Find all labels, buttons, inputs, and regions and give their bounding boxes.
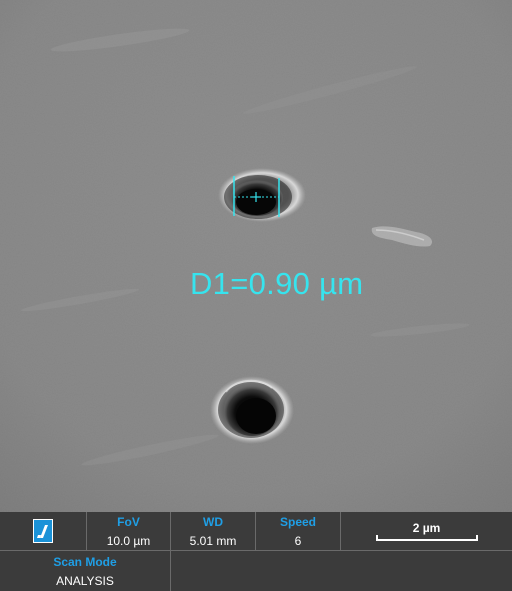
speed-value: 6 (294, 533, 302, 548)
microscope-logo-icon (33, 519, 53, 543)
wd-cell: WD 5.01 mm (171, 512, 256, 551)
logo-cell (0, 512, 87, 551)
hole-lower (210, 376, 294, 444)
scale-bar-cell: 2 µm (341, 512, 512, 551)
sem-surface (0, 0, 512, 512)
speed-label: Speed (279, 514, 316, 529)
hole-upper (218, 168, 306, 222)
scan-mode-value: ANALYSIS (56, 573, 114, 588)
scale-bar-label: 2 µm (412, 521, 441, 535)
wd-label: WD (203, 514, 223, 529)
speed-cell: Speed 6 (256, 512, 341, 551)
measurement-label: D1=0.90 µm (190, 266, 364, 301)
sem-image: D1=0.90 µm (0, 0, 512, 512)
scale-bar (375, 535, 478, 541)
fov-cell: FoV 10.0 µm (87, 512, 171, 551)
scan-mode-label: Scan Mode (53, 554, 117, 569)
wd-value: 5.01 mm (189, 533, 237, 548)
fov-label: FoV (117, 514, 140, 529)
info-bar: FoV 10.0 µm WD 5.01 mm Speed 6 2 µm Scan… (0, 512, 512, 591)
fov-value: 10.0 µm (106, 533, 151, 548)
scan-mode-cell: Scan Mode ANALYSIS (0, 551, 171, 591)
